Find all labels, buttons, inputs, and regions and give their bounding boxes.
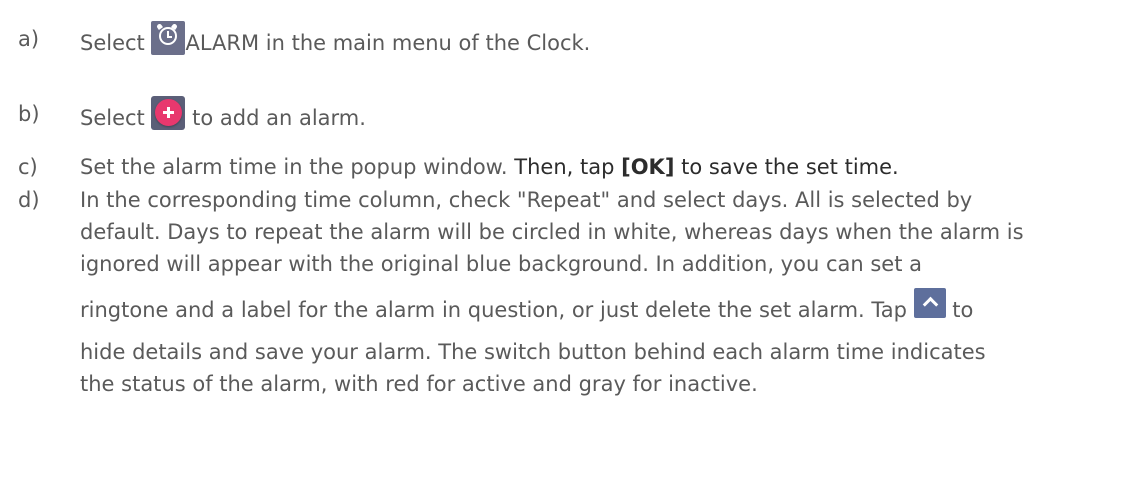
step-d-line-4-before: ringtone and a label for the alarm in qu… xyxy=(80,298,914,322)
step-text: Set the alarm time in the popup window. … xyxy=(80,155,1110,179)
step-text-part1: Set the alarm time in the popup window. xyxy=(80,155,515,179)
step-text: Select ALARM in the main menu of the Clo… xyxy=(80,21,1110,61)
step-text: Select to add an alarm. xyxy=(80,96,1110,136)
step-marker: c) xyxy=(18,155,38,179)
step-d-line-1: In the corresponding time column, check … xyxy=(80,188,973,212)
alarm-clock-icon xyxy=(151,21,186,55)
step-marker: a) xyxy=(18,27,40,51)
step-text-before: Select xyxy=(80,31,152,55)
add-alarm-icon xyxy=(151,96,186,130)
step-marker: b) xyxy=(18,102,40,126)
step-d-line-3: ignored will appear with the original bl… xyxy=(80,252,922,276)
step-marker: d) xyxy=(18,188,40,212)
step-d-line-4: ringtone and a label for the alarm in qu… xyxy=(80,288,974,326)
step-d-line-2: default. Days to repeat the alarm will b… xyxy=(80,220,1024,244)
ok-button-reference: [OK] xyxy=(621,155,675,179)
step-d-line-4-after: to xyxy=(945,298,974,322)
step-text-part2: Then, tap xyxy=(514,155,622,179)
step-text-after: to add an alarm. xyxy=(185,106,366,130)
step-d-line-6: the status of the alarm, with red for ac… xyxy=(80,372,758,396)
step-d-line-5: hide details and save your alarm. The sw… xyxy=(80,340,986,364)
step-text-before: Select xyxy=(80,106,152,130)
collapse-chevron-icon xyxy=(913,288,946,318)
step-text-part3: to save the set time. xyxy=(674,155,899,179)
step-text-after: ALARM in the main menu of the Clock. xyxy=(185,31,591,55)
